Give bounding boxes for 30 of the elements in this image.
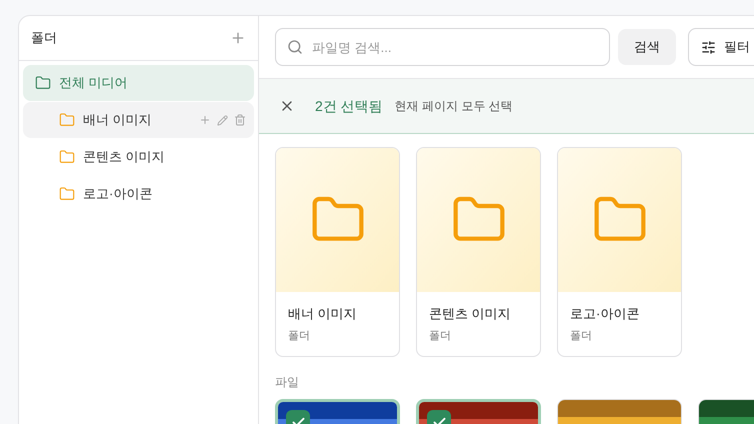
folder-name: 로고·아이콘 <box>570 305 640 323</box>
folder-label: 로고·아이콘 <box>83 185 154 204</box>
filter-icon <box>701 40 716 54</box>
sidebar-title: 폴더 <box>31 29 57 48</box>
search-button[interactable]: 검색 <box>618 29 676 65</box>
select-all-link[interactable]: 현재 페이지 모두 선택 <box>394 97 513 115</box>
add-folder-icon[interactable] <box>230 30 246 46</box>
item-type: 폴더 <box>288 328 311 344</box>
folder-icon <box>35 75 51 91</box>
folder-tree-item[interactable]: 콘텐츠 이미지 <box>23 139 254 175</box>
folder-icon <box>59 186 75 202</box>
folder-icon <box>59 112 75 128</box>
item-type: 폴더 <box>429 328 452 344</box>
section-title: 파일 <box>275 374 300 391</box>
search-field[interactable]: 파일명 검색... <box>275 28 610 66</box>
folder-card[interactable]: 로고·아이콘 폴더 <box>557 147 682 357</box>
item-type: 폴더 <box>570 328 593 344</box>
selection-count: 2건 선택됨 <box>315 96 383 116</box>
folder-tree-item[interactable]: 전체 미디어 <box>23 65 254 101</box>
folder-name: 콘텐츠 이미지 <box>429 305 512 323</box>
folder-icon <box>59 149 75 165</box>
folder-label: 전체 미디어 <box>59 74 129 92</box>
folder-tree-item[interactable]: 로고·아이콘 <box>23 176 254 212</box>
folder-card[interactable]: 콘텐츠 이미지 폴더 <box>416 147 541 357</box>
search-icon <box>287 39 303 55</box>
folder-card[interactable]: 배너 이미지 폴더 <box>275 147 400 357</box>
folder-name: 배너 이미지 <box>288 305 358 323</box>
folder-label: 배너 이미지 <box>83 111 153 130</box>
filter-button[interactable]: 필터 <box>688 28 754 66</box>
folder-label: 콘텐츠 이미지 <box>83 148 166 166</box>
